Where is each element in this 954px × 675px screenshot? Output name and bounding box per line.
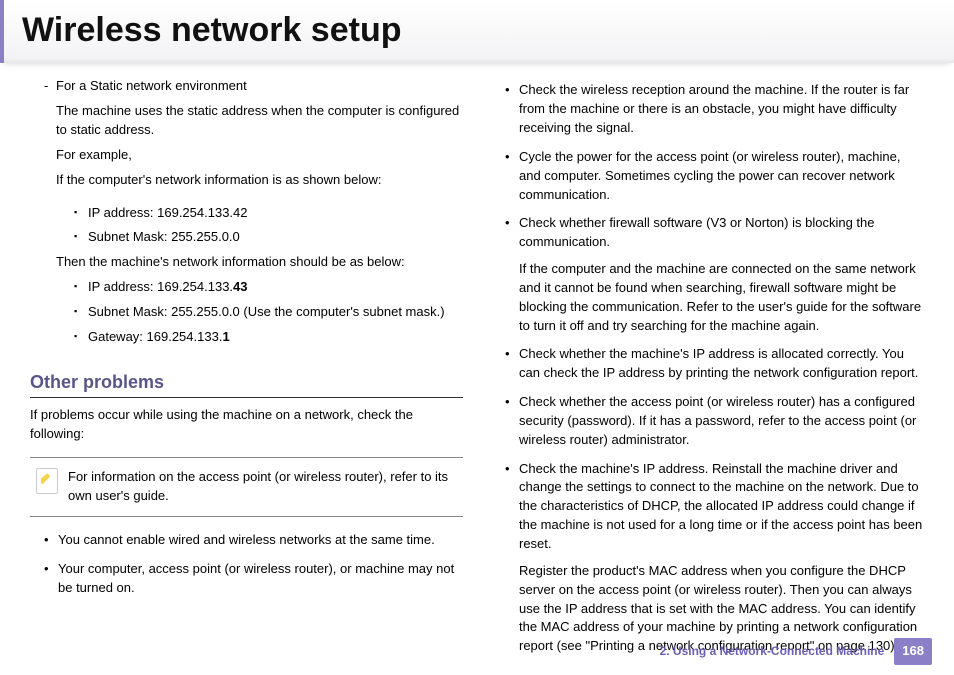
- page-header: Wireless network setup: [0, 0, 954, 63]
- bullet-reception: Check the wireless reception around the …: [491, 81, 924, 138]
- left-column: - For a Static network environment The m…: [30, 77, 463, 666]
- footer-page-number: 168: [894, 638, 932, 665]
- note-box: For information on the access point (or …: [30, 457, 463, 517]
- content-columns: - For a Static network environment The m…: [0, 63, 954, 666]
- then-machine-info: Then the machine's network information s…: [56, 253, 463, 272]
- bullet-dot: [505, 148, 519, 205]
- bullet-dot: [505, 345, 519, 383]
- bullet-reinstall-driver: Check the machine's IP address. Reinstal…: [491, 460, 924, 656]
- machine-ip: IP address: 169.254.133.43: [74, 278, 463, 297]
- bullet-dot: [505, 81, 519, 138]
- dash-marker: -: [44, 77, 56, 195]
- page-title: Wireless network setup: [22, 6, 936, 55]
- computer-info-list: IP address: 169.254.133.42 Subnet Mask: …: [74, 204, 463, 248]
- bullet-dot: [505, 460, 519, 656]
- note-icon: [36, 468, 58, 494]
- machine-gateway: Gateway: 169.254.133.1: [74, 328, 463, 347]
- right-column: Check the wireless reception around the …: [491, 77, 924, 666]
- bullet-security: Check whether the access point (or wirel…: [491, 393, 924, 450]
- note-text: For information on the access point (or …: [68, 468, 455, 506]
- computer-ip: IP address: 169.254.133.42: [74, 204, 463, 223]
- machine-mask: Subnet Mask: 255.255.0.0 (Use the comput…: [74, 303, 463, 322]
- bullet-wired-wireless: You cannot enable wired and wireless net…: [30, 531, 463, 550]
- bullet-not-turned-on: Your computer, access point (or wireless…: [30, 560, 463, 598]
- machine-info-list: IP address: 169.254.133.43 Subnet Mask: …: [74, 278, 463, 347]
- left-bullets: You cannot enable wired and wireless net…: [30, 531, 463, 598]
- bullet-ip-allocated: Check whether the machine's IP address i…: [491, 345, 924, 383]
- bullet-dot: [44, 531, 58, 550]
- bullet-text: You cannot enable wired and wireless net…: [58, 531, 463, 550]
- footer-chapter: 2. Using a Network-Connected Machine: [660, 643, 885, 660]
- bullet-dot: [505, 393, 519, 450]
- if-computer-info: If the computer's network information is…: [56, 171, 463, 190]
- bullet-text: Check the wireless reception around the …: [519, 81, 924, 138]
- bullet-text: Check whether the access point (or wirel…: [519, 393, 924, 450]
- other-problems-intro: If problems occur while using the machin…: [30, 406, 463, 444]
- bullet-cycle-power: Cycle the power for the access point (or…: [491, 148, 924, 205]
- bullet-dot: [44, 560, 58, 598]
- bullet-text: Check whether the machine's IP address i…: [519, 345, 924, 383]
- bullet-text: Your computer, access point (or wireless…: [58, 560, 463, 598]
- computer-mask: Subnet Mask: 255.255.0.0: [74, 228, 463, 247]
- bullet-dot: [505, 214, 519, 335]
- static-env-item: - For a Static network environment The m…: [30, 77, 463, 195]
- for-example: For example,: [56, 146, 463, 165]
- right-bullets: Check the wireless reception around the …: [491, 81, 924, 656]
- bullet-text: Check whether firewall software (V3 or N…: [519, 214, 924, 252]
- bullet-firewall-followup: If the computer and the machine are conn…: [519, 260, 924, 335]
- static-env-body: The machine uses the static address when…: [56, 102, 463, 140]
- bullet-text: Check the machine's IP address. Reinstal…: [519, 460, 924, 554]
- bullet-text: Cycle the power for the access point (or…: [519, 148, 924, 205]
- static-env-label: For a Static network environment: [56, 77, 463, 96]
- page-footer: 2. Using a Network-Connected Machine 168: [660, 638, 932, 665]
- bullet-firewall: Check whether firewall software (V3 or N…: [491, 214, 924, 335]
- other-problems-heading: Other problems: [30, 369, 463, 398]
